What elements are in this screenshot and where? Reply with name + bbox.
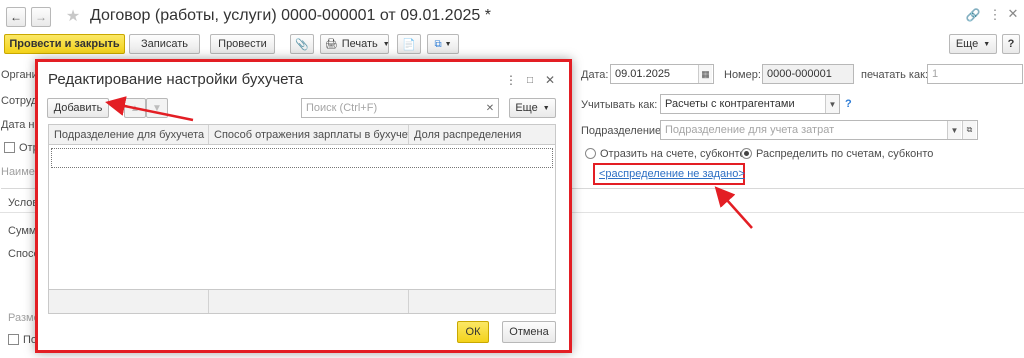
create-based-icon: ⧉ xyxy=(434,38,442,50)
division-open-button[interactable]: ⧉ xyxy=(962,121,976,139)
account-as-label: Учитывать как: xyxy=(581,99,658,111)
radio-account[interactable] xyxy=(585,148,596,159)
chevron-down-icon: ▼ xyxy=(444,40,452,48)
ok-button[interactable]: ОК xyxy=(457,321,489,343)
more-label: Еще xyxy=(955,38,979,50)
star-icon[interactable]: ★ xyxy=(64,6,82,26)
report-icon: 📄 xyxy=(402,38,416,51)
chevron-down-icon: ▼ xyxy=(382,40,390,48)
more-vert-icon[interactable]: ⋮ xyxy=(505,73,517,87)
bg-sum-label: Сумм xyxy=(8,225,37,237)
arrow-right-icon: → xyxy=(35,10,47,24)
open-icon: ⧉ xyxy=(966,125,973,134)
date-value: 09.01.2025 xyxy=(615,68,671,80)
calendar-button[interactable]: ▦ xyxy=(698,65,712,83)
bg-checkbox[interactable] xyxy=(4,142,15,153)
calendar-icon: ▦ xyxy=(701,68,710,79)
chevron-down-icon: ▼ xyxy=(950,125,959,135)
dialog-title: Редактирование настройки бухучета xyxy=(48,71,304,88)
window-title: Договор (работы, услуги) 0000-000001 от … xyxy=(90,7,491,24)
table-row[interactable] xyxy=(51,148,553,168)
move-up-button[interactable]: ▲ xyxy=(124,98,146,118)
bg-conditions-tab[interactable]: Услов xyxy=(8,197,38,209)
distribution-link[interactable]: <распределение не задано> xyxy=(599,168,745,180)
dialog-more-label: Еще xyxy=(515,102,538,114)
table-body[interactable] xyxy=(48,145,556,290)
footer-cell xyxy=(409,290,555,313)
close-icon[interactable]: ✕ xyxy=(1007,6,1019,21)
print-as-field[interactable]: 1 xyxy=(927,64,1023,84)
chevron-down-icon: ▼ xyxy=(828,99,837,109)
printer-icon: 🖨 xyxy=(325,38,338,50)
radio-distribute-label: Распределить по счетам, субконто xyxy=(756,148,934,160)
clear-search-icon[interactable]: ✕ xyxy=(484,101,496,115)
arrow-left-icon: ← xyxy=(10,10,22,24)
radio-account-label: Отразить на счете, субконто xyxy=(600,148,746,160)
number-value: 0000-000001 xyxy=(767,68,832,80)
arrow-up-icon: ▲ xyxy=(130,102,140,114)
arrow-to-distribution-link xyxy=(714,186,753,229)
column-share[interactable]: Доля распределения xyxy=(409,125,555,144)
close-icon[interactable]: ✕ xyxy=(544,73,556,87)
post-button[interactable]: Провести xyxy=(210,34,275,54)
number-label: Номер: xyxy=(724,69,761,81)
bg-checkbox-2[interactable] xyxy=(8,334,19,345)
account-as-help[interactable]: ? xyxy=(845,98,852,110)
chevron-down-icon: ▼ xyxy=(983,40,991,48)
division-field[interactable]: Подразделение для учета затрат xyxy=(660,120,978,140)
account-as-select[interactable]: Расчеты с контрагентами xyxy=(660,94,840,114)
column-method[interactable]: Способ отражения зарплаты в бухучете xyxy=(209,125,409,144)
post-and-close-button[interactable]: Провести и закрыть xyxy=(4,34,125,54)
save-button[interactable]: Записать xyxy=(129,34,200,54)
bg-employee-label: Сотруд xyxy=(1,95,38,107)
print-label: Печать xyxy=(341,38,378,50)
date-label: Дата: xyxy=(581,69,609,81)
account-as-value: Расчеты с контрагентами xyxy=(665,98,795,110)
report-button[interactable]: 📄 xyxy=(397,34,421,54)
move-down-button[interactable]: ▼ xyxy=(146,98,168,118)
number-field[interactable]: 0000-000001 xyxy=(762,64,854,84)
radio-distribute[interactable] xyxy=(741,148,752,159)
maximize-icon[interactable]: □ xyxy=(524,73,536,87)
search-input[interactable]: Поиск (Ctrl+F) xyxy=(301,98,499,118)
paperclip-icon: 📎 xyxy=(295,38,309,51)
attach-button[interactable]: 📎 xyxy=(290,34,314,54)
division-dropdown[interactable]: ▼ xyxy=(947,121,961,139)
footer-cell xyxy=(49,290,209,313)
account-as-dropdown[interactable]: ▼ xyxy=(825,95,839,113)
add-button-highlight xyxy=(41,93,111,119)
cancel-button[interactable]: Отмена xyxy=(502,321,556,343)
help-button[interactable]: ? xyxy=(1002,34,1020,54)
dialog-more-button[interactable]: Еще ▼ xyxy=(509,98,556,118)
division-placeholder: Подразделение для учета затрат xyxy=(665,124,835,136)
table-header: Подразделение для бухучета Способ отраже… xyxy=(48,124,556,145)
edit-accounting-dialog: Редактирование настройки бухучета ⋮ □ ✕ … xyxy=(35,59,572,353)
column-division[interactable]: Подразделение для бухучета xyxy=(49,125,209,144)
print-as-value: 1 xyxy=(932,68,939,80)
link-icon[interactable]: 🔗 xyxy=(966,8,981,22)
print-button[interactable]: 🖨 Печать ▼ xyxy=(320,34,390,54)
forward-button[interactable]: → xyxy=(31,7,51,27)
create-based-button[interactable]: ⧉ ▼ xyxy=(427,34,459,54)
chevron-down-icon: ▼ xyxy=(542,104,550,112)
more-button[interactable]: Еще ▼ xyxy=(949,34,997,54)
arrow-down-icon: ▼ xyxy=(152,102,162,114)
division-label: Подразделение: xyxy=(581,125,665,137)
search-placeholder: Поиск (Ctrl+F) xyxy=(306,102,378,114)
table-footer xyxy=(48,290,556,314)
print-as-label: печатать как: xyxy=(861,69,928,81)
footer-cell xyxy=(209,290,409,313)
back-button[interactable]: ← xyxy=(6,7,26,27)
more-vert-icon[interactable]: ⋮ xyxy=(989,7,1002,22)
